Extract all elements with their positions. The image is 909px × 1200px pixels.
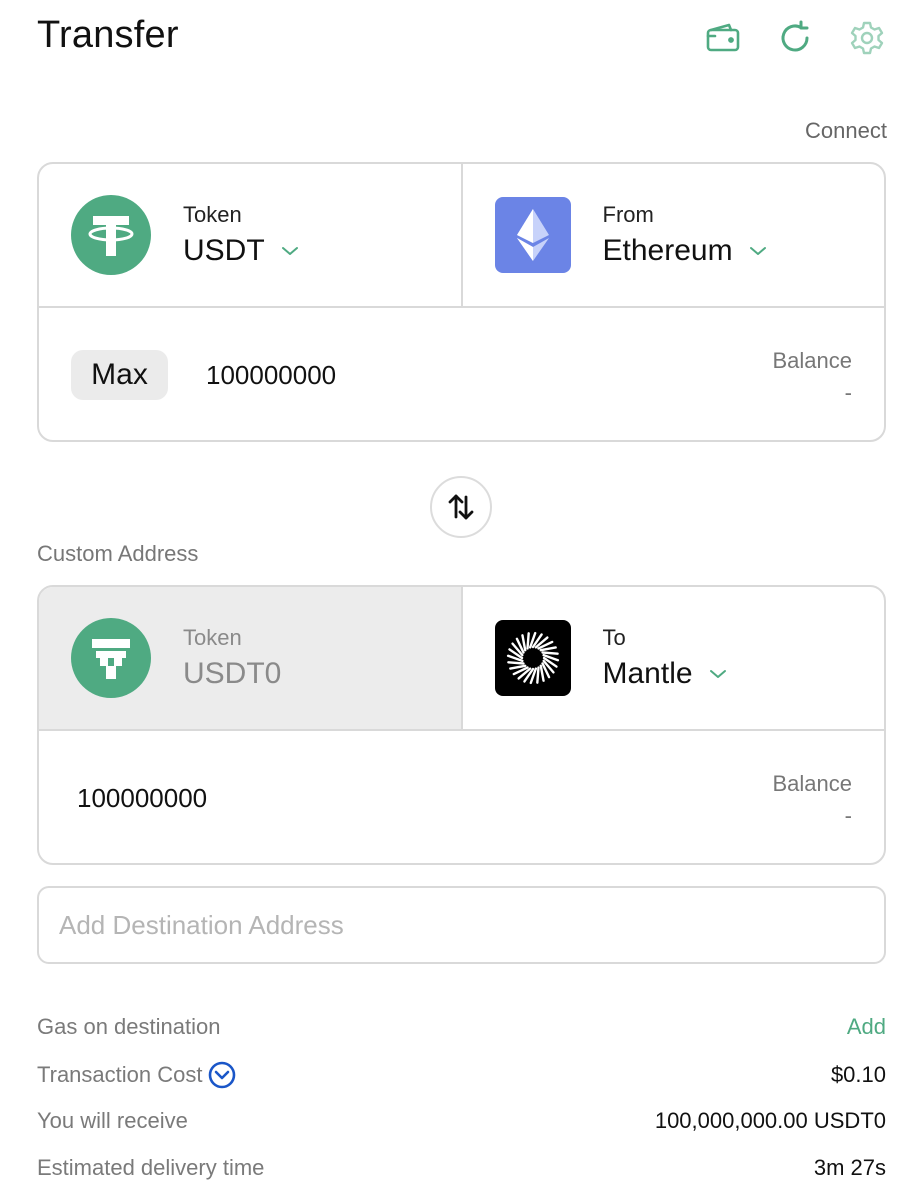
expand-chevron-icon[interactable] <box>208 1061 236 1089</box>
source-token-selector[interactable]: Token USDT <box>39 164 461 306</box>
source-balance: Balance - <box>772 348 852 406</box>
source-chain-label: From <box>602 202 654 227</box>
receive-value: 100,000,000.00 USDT0 <box>654 1108 886 1133</box>
source-token-value: USDT <box>183 234 265 267</box>
wallet-icon[interactable] <box>703 18 743 58</box>
ethereum-logo-icon <box>494 197 571 273</box>
destination-token-value: USDT0 <box>183 657 282 690</box>
receive-row: You will receive 100,000,000.00 USDT0 <box>37 1108 886 1134</box>
destination-chain-selector[interactable]: To Mantle <box>460 587 885 729</box>
destination-balance: Balance - <box>772 771 852 829</box>
delivery-value: 3m 27s <box>813 1155 886 1180</box>
source-amount-input[interactable]: 100000000 <box>206 360 336 391</box>
transaction-cost-row: Transaction Cost $0.10 <box>37 1061 886 1089</box>
delivery-label: Estimated delivery time <box>37 1155 265 1180</box>
receive-label: You will receive <box>37 1108 188 1133</box>
destination-token-display: Token USDT0 <box>39 587 461 729</box>
add-gas-link[interactable]: Add <box>847 1014 886 1040</box>
swap-direction-button[interactable] <box>430 476 492 538</box>
chevron-down-icon <box>709 668 727 680</box>
delivery-time-row: Estimated delivery time 3m 27s <box>37 1155 886 1181</box>
cost-label: Transaction Cost <box>37 1062 203 1087</box>
source-chain-value: Ethereum <box>602 234 733 267</box>
source-amount-row: Max 100000000 Balance - <box>39 308 884 440</box>
gas-label: Gas on destination <box>37 1014 221 1039</box>
settings-icon[interactable] <box>847 18 887 58</box>
destination-balance-value: - <box>844 803 852 828</box>
source-card: Token USDT From Ethereum Max 100000000 B… <box>37 162 886 442</box>
destination-balance-label: Balance <box>772 771 852 796</box>
gas-on-destination-row: Gas on destination Add <box>37 1014 886 1040</box>
usdt0-logo-icon <box>71 618 151 698</box>
custom-address-toggle[interactable]: Custom Address <box>37 541 198 567</box>
destination-chain-label: To <box>602 625 626 650</box>
swap-arrows-icon <box>448 494 474 520</box>
cost-value: $0.10 <box>830 1062 886 1087</box>
destination-token-label: Token <box>183 625 242 650</box>
source-token-label: Token <box>183 202 242 227</box>
chevron-down-icon <box>749 245 767 257</box>
header-actions <box>703 18 887 58</box>
usdt-logo-icon <box>71 195 151 275</box>
page-title: Transfer <box>37 14 179 56</box>
destination-address-input[interactable] <box>37 886 886 964</box>
refresh-icon[interactable] <box>775 18 815 58</box>
chevron-down-icon <box>281 245 299 257</box>
source-chain-selector[interactable]: From Ethereum <box>460 164 885 306</box>
destination-amount-row: 100000000 Balance - <box>39 731 884 863</box>
source-balance-label: Balance <box>772 348 852 373</box>
connect-link[interactable]: Connect <box>805 118 887 144</box>
destination-amount: 100000000 <box>77 782 208 813</box>
max-button[interactable]: Max <box>71 350 168 400</box>
destination-chain-value: Mantle <box>602 657 693 690</box>
destination-card: Token USDT0 To Mantle 100000000 Balance <box>37 585 886 865</box>
source-balance-value: - <box>844 380 852 405</box>
mantle-logo-icon <box>494 620 571 696</box>
